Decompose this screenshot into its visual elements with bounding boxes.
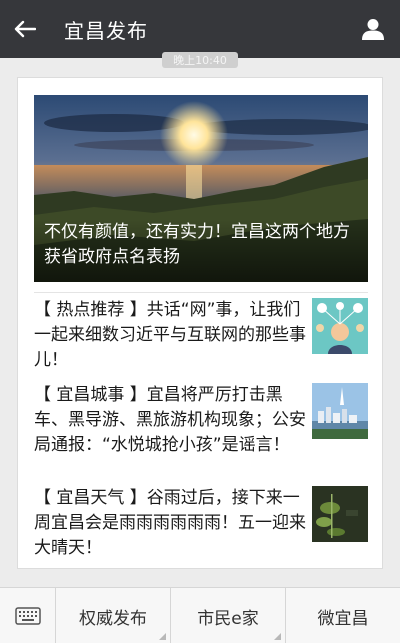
page-title: 宜昌发布 <box>64 18 148 43</box>
rain-thumbnail <box>312 486 368 542</box>
submenu-indicator-icon <box>159 633 166 640</box>
list-item[interactable]: 【 热点推荐 】共话“网”事，让我们一起来细数习近平与互联网的那些事儿！ <box>34 298 368 378</box>
network-thumbnail <box>312 298 368 354</box>
city-thumbnail <box>312 383 368 439</box>
menu-label: 权威发布 <box>79 608 147 629</box>
title-bar: 宜昌发布 <box>0 0 400 58</box>
list-item[interactable]: 【 宜昌天气 】谷雨过后，接下来一周宜昌会是雨雨雨雨雨雨！五一迎来大晴天！ <box>34 486 368 566</box>
person-icon <box>362 19 384 40</box>
menu-label: 微宜昌 <box>317 608 369 629</box>
divider <box>34 292 368 293</box>
hero-article[interactable]: 不仅有颜值，还有实力！宜昌这两个地方获省政府点名表扬 <box>34 95 368 282</box>
profile-button[interactable] <box>358 14 388 44</box>
menu-citizen-home[interactable]: 市民e家 <box>171 588 286 643</box>
keyboard-toggle-button[interactable] <box>0 588 56 643</box>
list-item[interactable]: 【 宜昌城事 】宜昌将严厉打击黑车、黑导游、黑旅游机构现象；公安局通报：“水悦城… <box>34 383 368 488</box>
submenu-indicator-icon <box>274 633 281 640</box>
back-arrow-icon <box>14 20 36 38</box>
article-title: 【 宜昌天气 】谷雨过后，接下来一周宜昌会是雨雨雨雨雨雨！五一迎来大晴天！ <box>34 488 306 558</box>
article-title: 【 宜昌城事 】宜昌将严厉打击黑车、黑导游、黑旅游机构现象；公安局通报：“水悦城… <box>34 385 306 455</box>
bottom-menu: 权威发布 市民e家 微宜昌 <box>0 587 400 643</box>
menu-label: 市民e家 <box>197 608 259 629</box>
menu-micro-yichang[interactable]: 微宜昌 <box>286 588 400 643</box>
hero-caption: 不仅有颜值，还有实力！宜昌这两个地方获省政府点名表扬 <box>34 220 368 282</box>
timestamp-label: 晚上10:40 <box>162 52 238 68</box>
menu-authority-release[interactable]: 权威发布 <box>56 588 171 643</box>
keyboard-icon <box>14 607 41 625</box>
article-card: 不仅有颜值，还有实力！宜昌这两个地方获省政府点名表扬 【 热点推荐 】共话“网”… <box>17 77 383 569</box>
article-title: 【 热点推荐 】共话“网”事，让我们一起来细数习近平与互联网的那些事儿！ <box>34 300 306 370</box>
back-button[interactable] <box>0 0 50 58</box>
